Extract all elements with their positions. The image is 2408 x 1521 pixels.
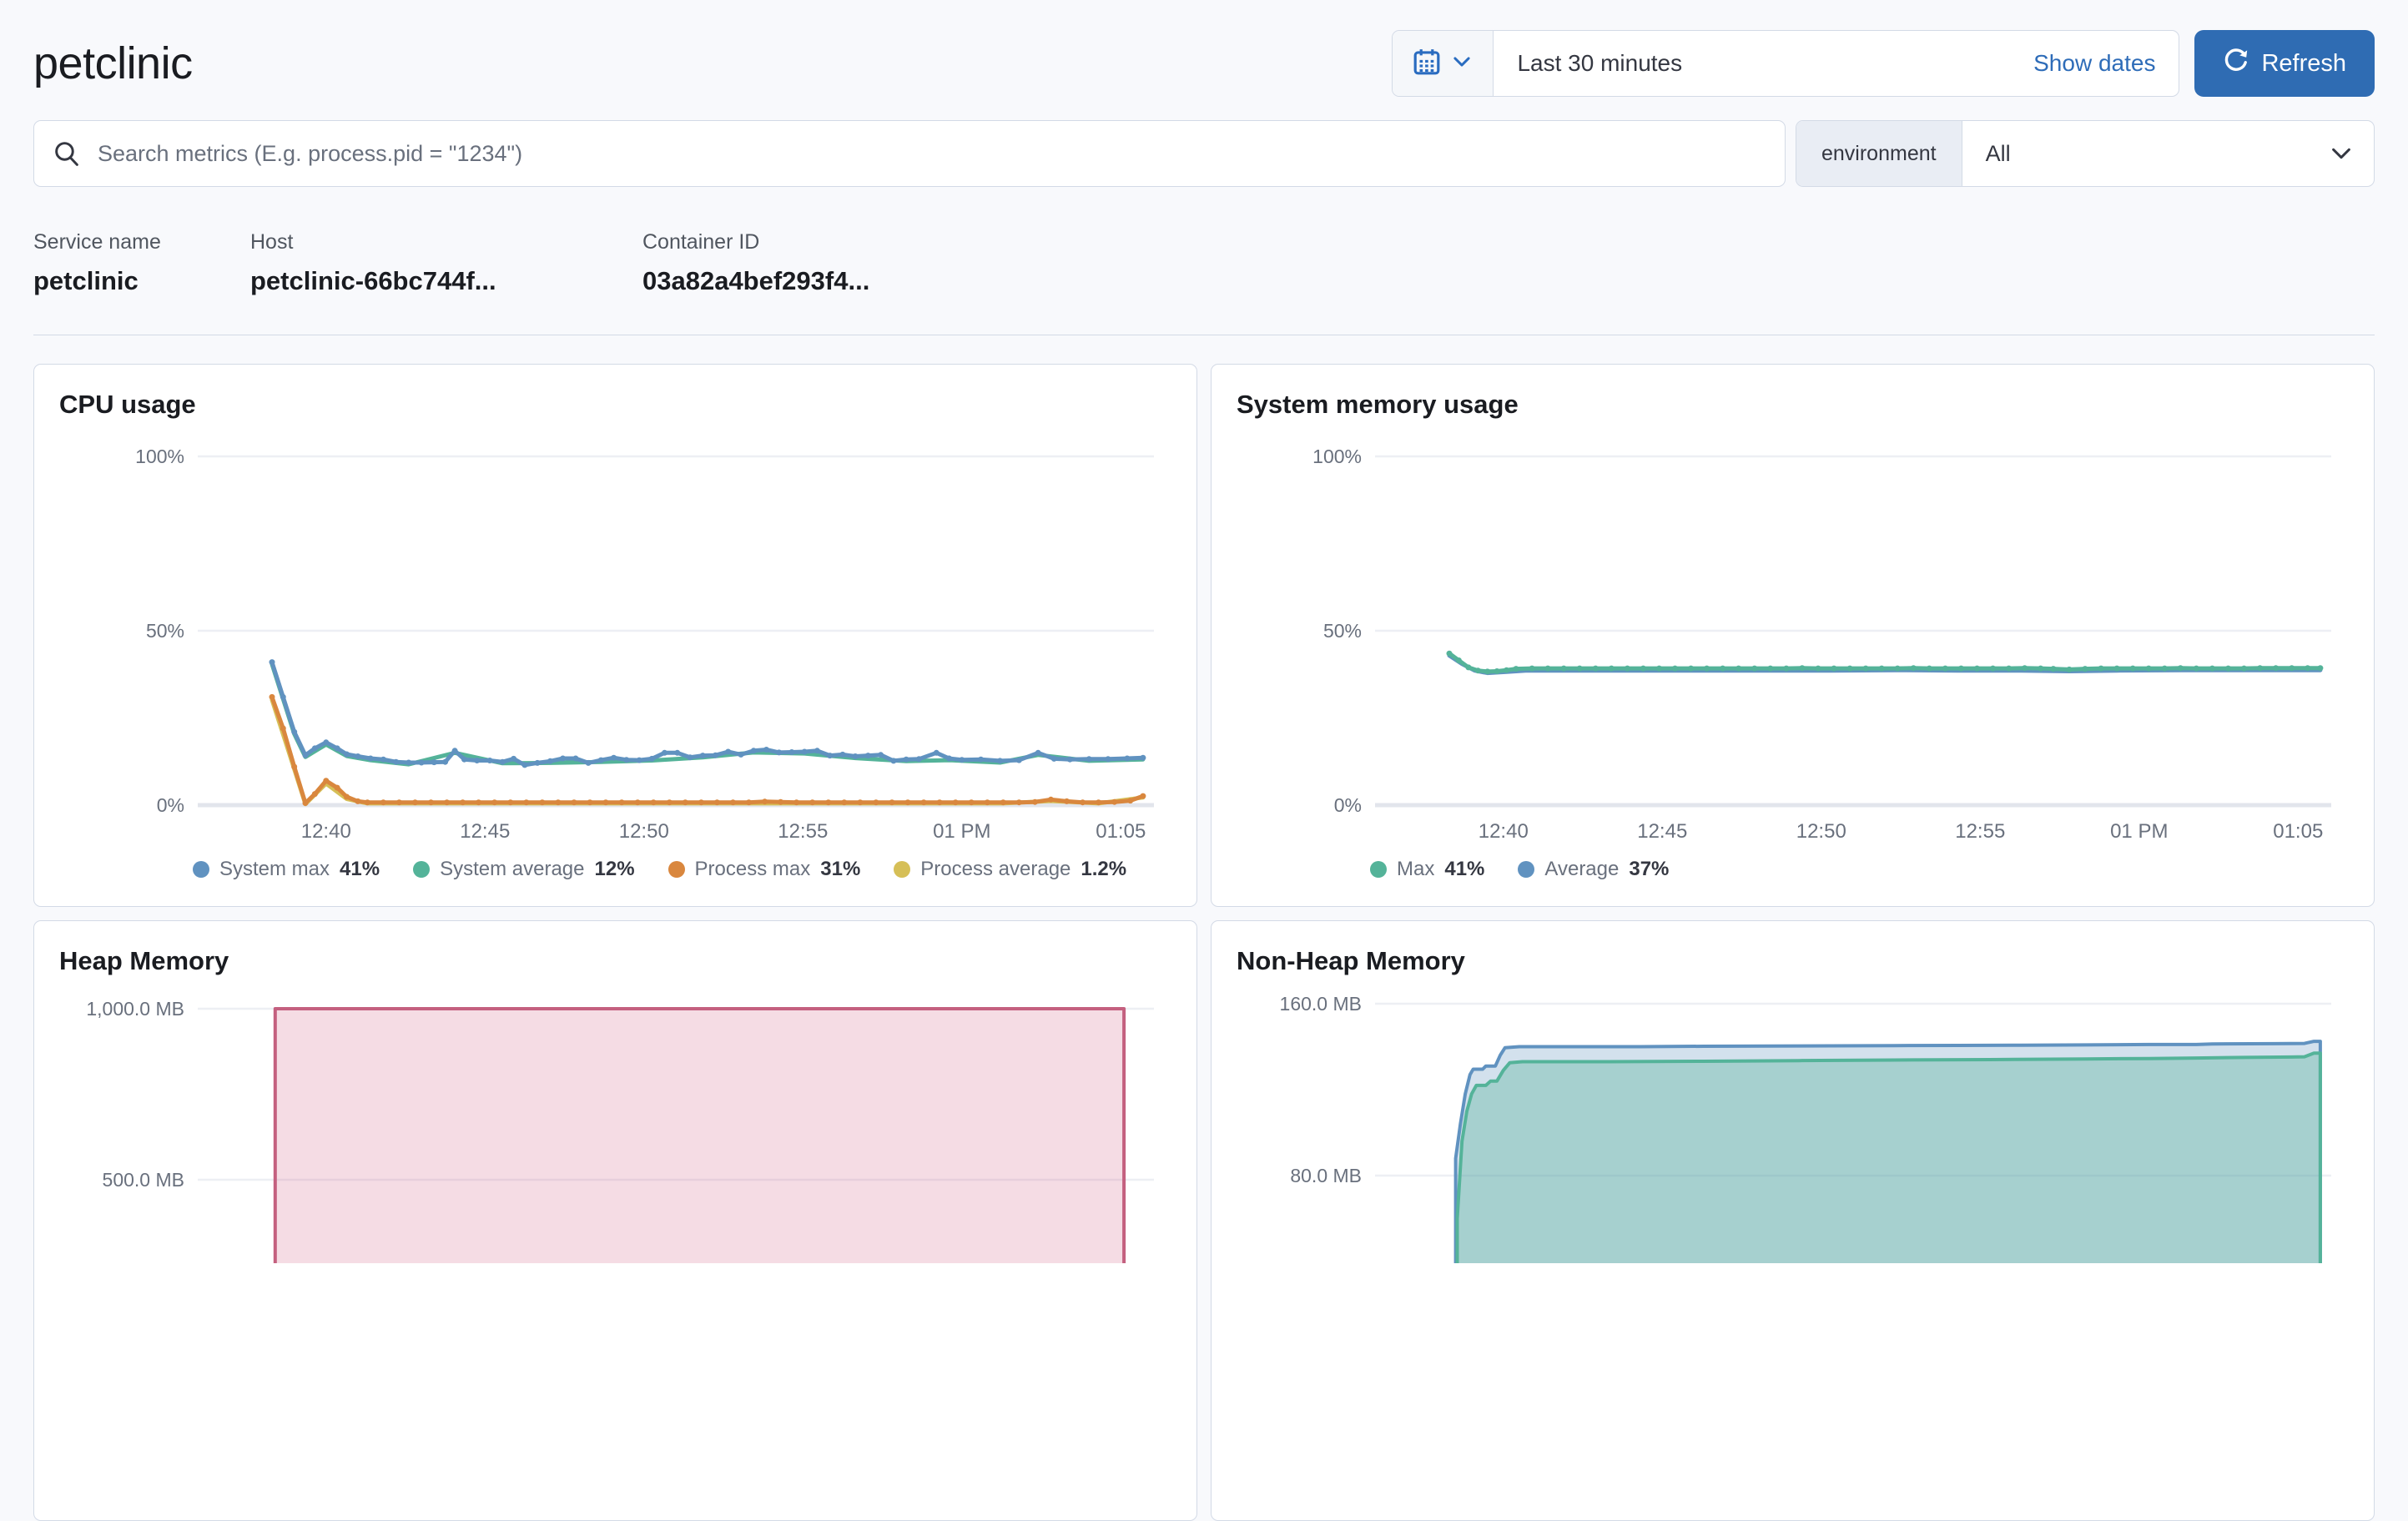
svg-text:12:55: 12:55 [778, 820, 828, 843]
show-dates-link[interactable]: Show dates [2010, 31, 2179, 96]
legend-value: 1.2% [1081, 858, 1127, 880]
container-id-value: 03a82a4bef293f4... [642, 266, 870, 295]
cpu-usage-card: CPU usage 100% 50% 0% 12:40 12:45 12:50 12:55 0… [33, 364, 1197, 907]
svg-text:12:45: 12:45 [1637, 820, 1687, 843]
legend-item[interactable]: Process max 31% [667, 858, 861, 881]
svg-text:0%: 0% [157, 794, 184, 816]
legend-label: Max [1397, 858, 1435, 880]
non-heap-memory-chart[interactable]: 160.0 MB 80.0 MB [1237, 988, 2355, 1282]
legend-label: System max [219, 858, 330, 880]
legend-label: Process max [694, 858, 811, 880]
legend-dot-icon [413, 861, 431, 878]
environment-filter-value: All [1985, 140, 2011, 166]
legend-dot-icon [667, 861, 685, 878]
heap-memory-title: Heap Memory [59, 946, 229, 975]
svg-text:80.0 MB: 80.0 MB [1290, 1165, 1362, 1186]
svg-text:01:05: 01:05 [2273, 820, 2323, 843]
legend-item[interactable]: System average 12% [413, 858, 635, 881]
date-picker: Last 30 minutes Show dates [1392, 30, 2180, 97]
legend-item[interactable]: Max 41% [1370, 858, 1484, 881]
quick-select-button[interactable] [1393, 31, 1494, 96]
search-row: environment All [33, 120, 2375, 187]
svg-text:01 PM: 01 PM [933, 820, 990, 843]
legend-value: 41% [340, 858, 380, 880]
svg-text:100%: 100% [1312, 446, 1362, 467]
host-value: petclinic-66bc744f... [250, 266, 496, 295]
environment-filter-label: environment [1796, 121, 1962, 186]
legend-dot-icon [1518, 861, 1535, 878]
heap-memory-card: Heap Memory 1,000.0 MB 500.0 MB [33, 920, 1197, 1521]
system-memory-legend: Max 41% Average 37% [1370, 858, 2349, 881]
chevron-down-icon [2329, 121, 2374, 186]
container-id-label: Container ID [642, 230, 760, 254]
svg-text:0%: 0% [1334, 794, 1362, 816]
non-heap-memory-title: Non-Heap Memory [1237, 946, 1465, 975]
charts-grid: CPU usage 100% 50% 0% 12:40 12:45 12:50 12:55 0… [33, 364, 2375, 1521]
legend-value: 12% [594, 858, 635, 880]
svg-text:500.0 MB: 500.0 MB [103, 1169, 184, 1191]
search-icon [53, 139, 81, 168]
system-memory-card: System memory usage 100% 50% 0% 12:40 12:45 1… [1211, 364, 2375, 907]
svg-text:1,000.0 MB: 1,000.0 MB [86, 998, 184, 1020]
svg-text:50%: 50% [146, 620, 184, 642]
chevron-down-icon [1451, 51, 1473, 77]
system-memory-title: System memory usage [1237, 390, 1519, 419]
heap-memory-chart[interactable]: 1,000.0 MB 500.0 MB [59, 988, 1177, 1282]
legend-item[interactable]: Process average 1.2% [894, 858, 1126, 881]
time-controls: Last 30 minutes Show dates Refresh [1392, 30, 2375, 97]
container-id-field: Container ID 03a82a4bef293f4... [642, 230, 869, 296]
legend-dot-icon [1370, 861, 1387, 878]
host-field: Host petclinic-66bc744f... [250, 230, 642, 296]
svg-text:01 PM: 01 PM [2110, 820, 2168, 843]
non-heap-memory-card: Non-Heap Memory 160.0 MB 80.0 MB [1211, 920, 2375, 1521]
svg-text:12:55: 12:55 [1955, 820, 2005, 843]
metrics-page: petclinic Last 30 minutes Show dates Ref… [0, 0, 2408, 1521]
calendar-icon [1413, 48, 1441, 80]
legend-value: 31% [820, 858, 861, 880]
refresh-button-label: Refresh [2261, 49, 2346, 77]
refresh-button[interactable]: Refresh [2194, 30, 2375, 97]
legend-label: System average [440, 858, 585, 880]
refresh-icon [2223, 47, 2249, 80]
service-name-value: petclinic [33, 266, 139, 295]
svg-text:100%: 100% [135, 446, 184, 467]
service-info-bar: Service name petclinic Host petclinic-66… [33, 230, 2375, 335]
legend-label: Average [1544, 858, 1620, 880]
legend-item[interactable]: Average 37% [1518, 858, 1669, 881]
service-name-label: Service name [33, 230, 161, 254]
svg-text:01:05: 01:05 [1096, 820, 1146, 843]
svg-text:12:40: 12:40 [301, 820, 351, 843]
svg-text:12:50: 12:50 [1796, 820, 1846, 843]
environment-filter[interactable]: environment All [1796, 120, 2375, 187]
service-name-field: Service name petclinic [33, 230, 250, 296]
time-range-value[interactable]: Last 30 minutes [1494, 31, 2010, 96]
host-label: Host [250, 230, 294, 254]
legend-value: 37% [1629, 858, 1670, 880]
legend-dot-icon [193, 861, 209, 878]
search-input[interactable] [96, 139, 1766, 168]
search-box [33, 120, 1786, 187]
page-title: petclinic [33, 38, 193, 88]
cpu-usage-legend: System max 41% System average 12% Process ma… [193, 858, 1171, 881]
cpu-usage-title: CPU usage [59, 390, 196, 419]
svg-text:12:45: 12:45 [460, 820, 510, 843]
svg-text:12:40: 12:40 [1479, 820, 1529, 843]
svg-text:12:50: 12:50 [619, 820, 669, 843]
svg-text:160.0 MB: 160.0 MB [1280, 993, 1362, 1015]
legend-label: Process average [920, 858, 1071, 880]
svg-text:50%: 50% [1323, 620, 1362, 642]
cpu-usage-chart[interactable]: 100% 50% 0% 12:40 12:45 12:50 12:55 01 PM 01:05 [59, 431, 1177, 849]
system-memory-chart[interactable]: 100% 50% 0% 12:40 12:45 12:50 12:55 01 PM 01:05 [1237, 431, 2355, 849]
legend-value: 41% [1444, 858, 1485, 880]
page-header: petclinic Last 30 minutes Show dates Ref… [33, 0, 2375, 97]
legend-dot-icon [894, 861, 911, 878]
legend-item[interactable]: System max 41% [193, 858, 380, 881]
